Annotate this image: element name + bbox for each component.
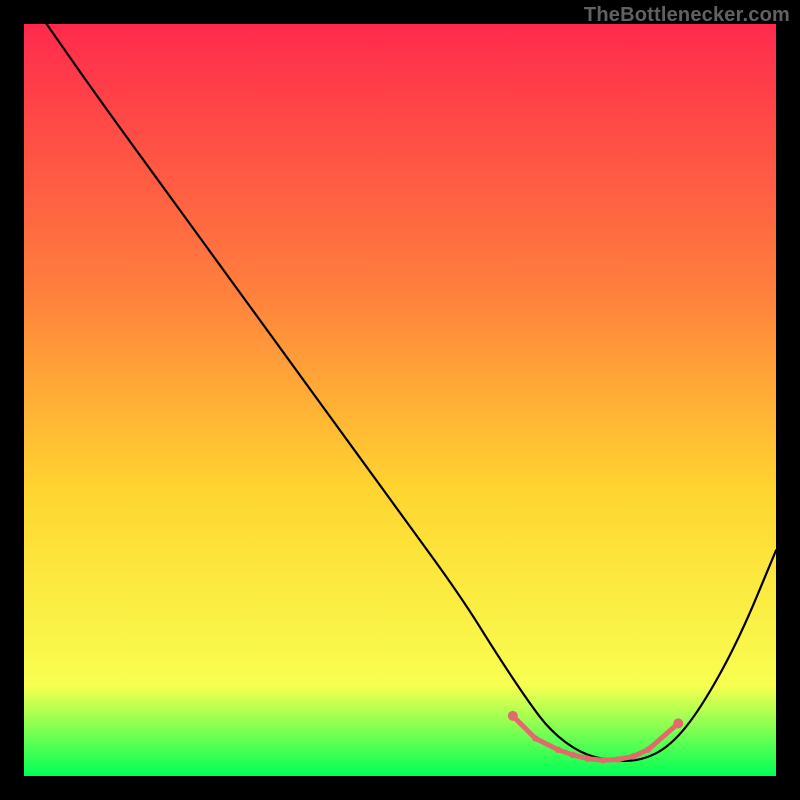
marker-dot [570, 752, 576, 758]
marker-dot [532, 735, 538, 741]
marker-dot [615, 756, 621, 762]
marker-dot [673, 718, 683, 728]
chart-frame: TheBottlenecker.com [0, 0, 800, 800]
marker-dot [508, 711, 518, 721]
marker-dot [555, 746, 561, 752]
marker-dot [630, 753, 636, 759]
marker-dot [585, 756, 591, 762]
plot-area [24, 24, 776, 776]
gradient-background [24, 24, 776, 776]
marker-dot [600, 757, 606, 763]
marker-dot [645, 746, 651, 752]
chart-svg [24, 24, 776, 776]
